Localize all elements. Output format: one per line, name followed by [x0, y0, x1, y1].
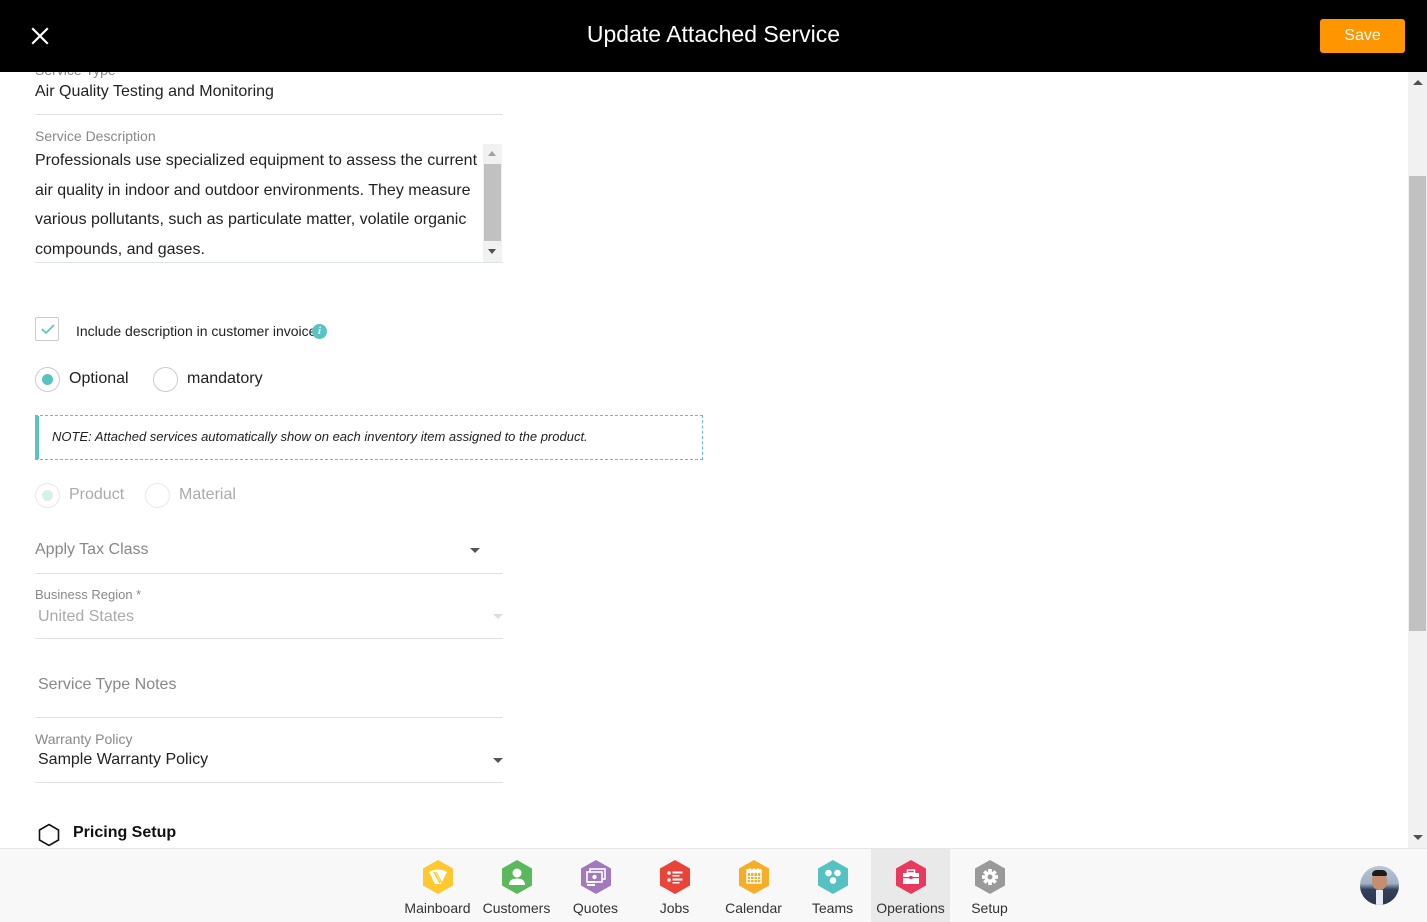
setup-icon — [974, 860, 1005, 894]
nav-label: Mainboard — [404, 900, 471, 916]
radio-optional-label: Optional — [69, 370, 129, 387]
radio-selected-dot — [42, 490, 53, 501]
scroll-thumb[interactable] — [1409, 176, 1426, 631]
pricing-setup-heading[interactable]: Pricing Setup — [73, 824, 176, 842]
nav-label: Customers — [482, 900, 551, 916]
teams-icon — [817, 860, 848, 894]
tax-class-placeholder: Apply Tax Class — [35, 541, 149, 558]
tax-class-select[interactable]: Apply Tax Class — [35, 532, 503, 574]
nav-mainboard[interactable]: Mainboard — [398, 849, 477, 922]
warranty-policy-select[interactable]: Sample Warranty Policy — [35, 748, 503, 778]
nav-label: Setup — [971, 900, 1008, 916]
scroll-down-arrow-icon[interactable] — [1413, 835, 1423, 840]
service-type-notes-input[interactable]: Service Type Notes — [38, 676, 176, 694]
chevron-down-icon — [470, 548, 480, 553]
radio-material-label: Material — [179, 486, 236, 503]
scroll-thumb[interactable] — [484, 164, 501, 241]
quotes-icon — [580, 860, 611, 894]
note-text: NOTE: Attached services automatically sh… — [52, 429, 588, 444]
radio-optional[interactable] — [35, 367, 60, 392]
scroll-down-arrow-icon[interactable] — [488, 249, 496, 254]
nav-label: Quotes — [572, 900, 619, 916]
nav-label: Jobs — [659, 900, 690, 916]
nav-calendar[interactable]: Calendar — [714, 849, 793, 922]
service-type-label: Service Type — [35, 72, 116, 78]
bottom-nav: Mainboard Customers Quotes Jobs Calendar… — [0, 848, 1427, 922]
nav-teams[interactable]: Teams — [793, 849, 872, 922]
scroll-up-arrow-icon[interactable] — [488, 151, 496, 156]
radio-product[interactable] — [35, 483, 60, 508]
divider — [35, 573, 503, 574]
description-scrollbar[interactable] — [483, 144, 502, 262]
divider — [35, 114, 503, 115]
scroll-up-arrow-icon[interactable] — [1413, 80, 1423, 85]
nav-quotes[interactable]: Quotes — [556, 849, 635, 922]
radio-material[interactable] — [145, 483, 170, 508]
note-box: NOTE: Attached services automatically sh… — [35, 415, 703, 460]
business-region-select[interactable]: United States — [35, 604, 503, 634]
divider — [35, 262, 503, 263]
service-description-label: Service Description — [35, 128, 156, 144]
divider — [35, 717, 503, 718]
service-description-textarea[interactable]: Professionals use specialized equipment … — [35, 146, 480, 264]
business-region-value: United States — [38, 608, 135, 625]
user-avatar[interactable] — [1360, 866, 1399, 905]
save-button[interactable]: Save — [1320, 19, 1405, 53]
nav-label: Teams — [811, 900, 854, 916]
calendar-icon — [738, 860, 769, 894]
chevron-down-icon — [493, 758, 503, 763]
nav-customers[interactable]: Customers — [477, 849, 556, 922]
avatar-hair — [1372, 870, 1387, 876]
nav-label: Calendar — [725, 900, 782, 916]
avatar-shirt — [1376, 890, 1383, 905]
radio-mandatory-label: mandatory — [187, 370, 263, 387]
divider — [35, 782, 503, 783]
customers-icon — [501, 860, 532, 894]
operations-icon — [895, 860, 926, 894]
business-region-label: Business Region * — [35, 587, 142, 602]
warranty-policy-label: Warranty Policy — [35, 731, 133, 747]
chevron-down-icon — [493, 614, 503, 619]
divider — [35, 638, 503, 639]
warranty-policy-value: Sample Warranty Policy — [38, 751, 209, 768]
mainboard-icon — [422, 860, 453, 894]
nav-operations[interactable]: Operations — [871, 849, 950, 922]
nav-setup[interactable]: Setup — [950, 849, 1029, 922]
radio-selected-dot — [42, 374, 53, 385]
info-icon[interactable]: i — [312, 324, 327, 339]
include-description-checkbox[interactable] — [35, 317, 59, 341]
service-type-value[interactable]: Air Quality Testing and Monitoring — [35, 83, 274, 101]
modal-header: Update Attached Service Save — [0, 0, 1427, 72]
radio-product-label: Product — [69, 486, 125, 503]
radio-mandatory[interactable] — [153, 367, 178, 392]
jobs-icon — [659, 860, 690, 894]
nav-label: Operations — [876, 900, 945, 916]
checkmark-icon — [41, 324, 55, 335]
page-scrollbar[interactable] — [1408, 72, 1427, 848]
include-description-label: Include description in customer invoice — [76, 323, 317, 339]
page-title: Update Attached Service — [586, 21, 841, 47]
nav-jobs[interactable]: Jobs — [635, 849, 714, 922]
form-content: Service Type Air Quality Testing and Mon… — [0, 72, 1408, 848]
hexagon-outline-icon — [38, 823, 60, 847]
